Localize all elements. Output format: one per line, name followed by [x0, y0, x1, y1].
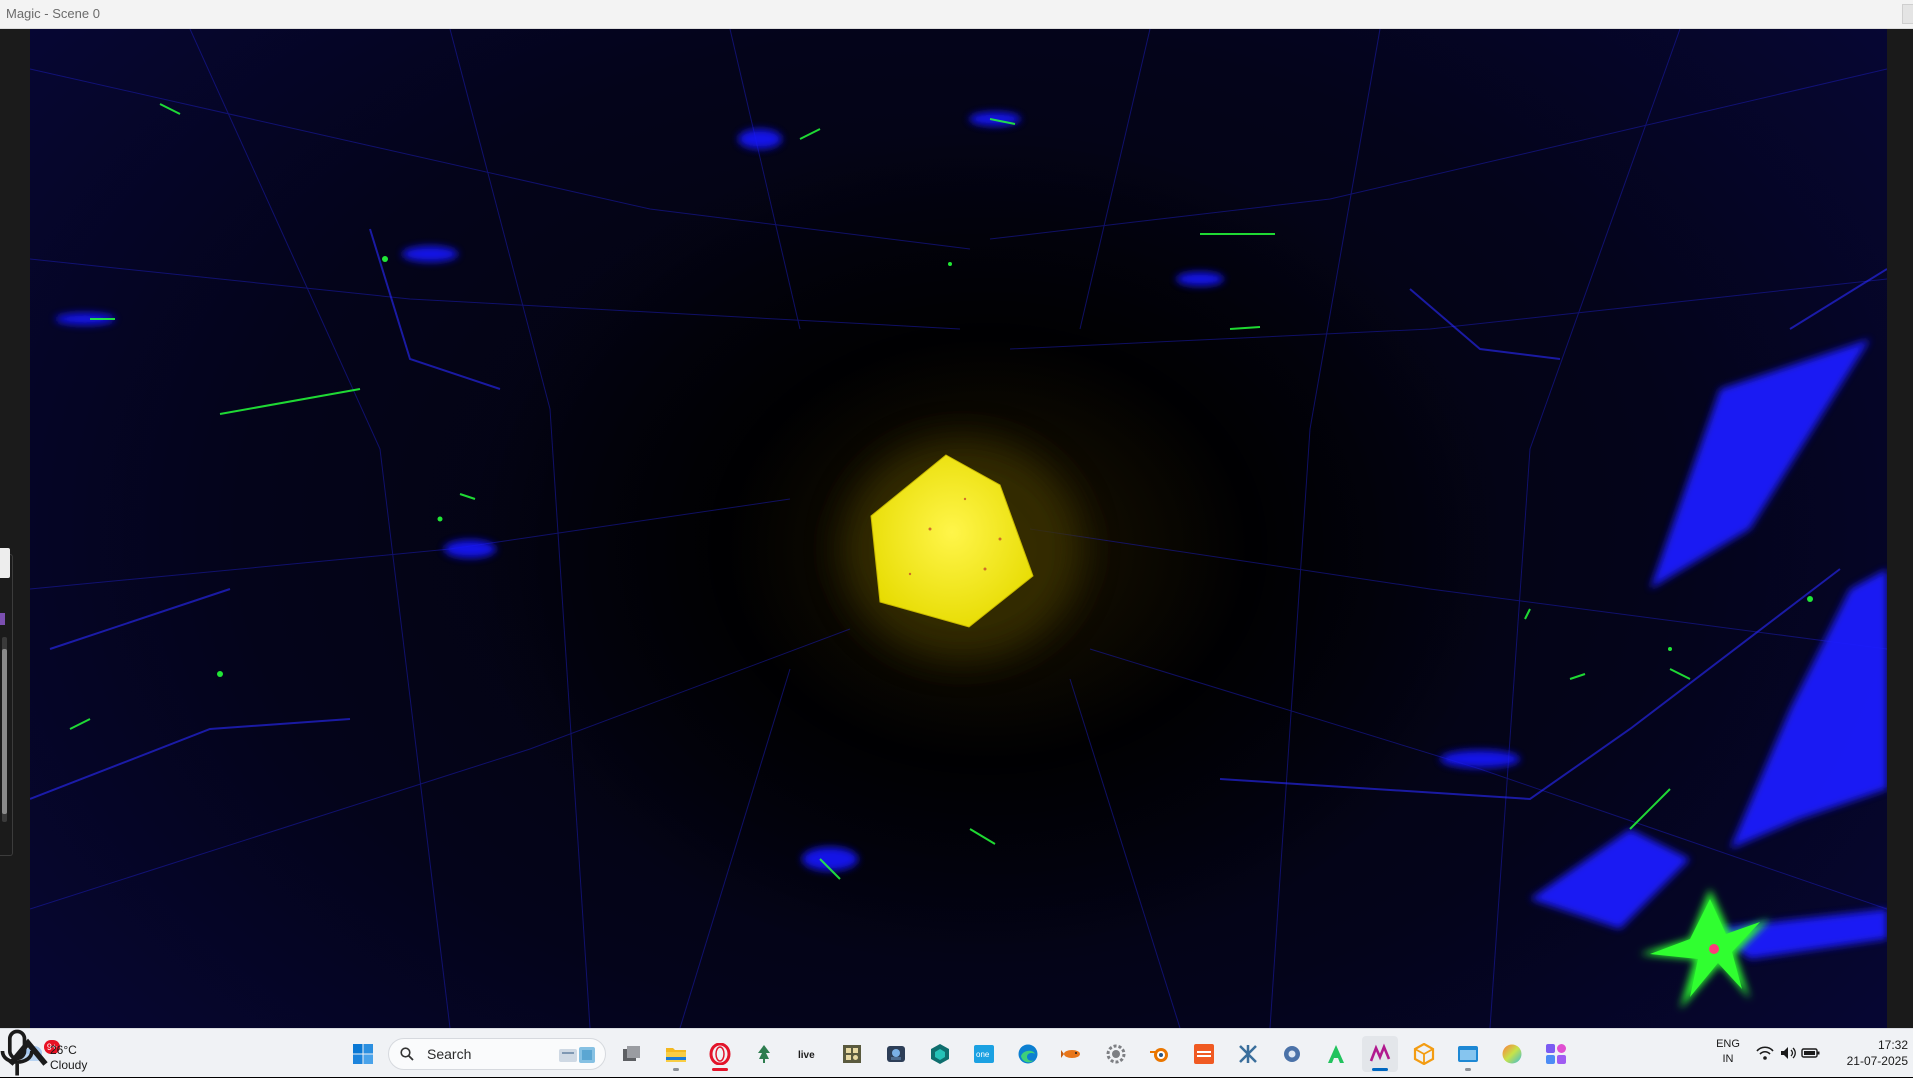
app-blue-label-icon: one	[974, 1045, 994, 1063]
app-settings-button[interactable]	[1274, 1036, 1310, 1072]
opera-browser-icon	[709, 1043, 731, 1065]
language-indicator[interactable]: ENG IN	[1710, 1037, 1746, 1067]
edge-browser-button[interactable]	[1010, 1036, 1046, 1072]
running-indicator	[1465, 1068, 1471, 1071]
wifi-icon	[1756, 1046, 1774, 1060]
system-tray-icons[interactable]	[1756, 1044, 1820, 1062]
volume-icon	[1781, 1047, 1796, 1059]
app-gradient-icon	[1502, 1044, 1522, 1064]
scene-viewport[interactable]	[30, 29, 1887, 1028]
start-icon	[353, 1044, 373, 1064]
app-photo-button[interactable]	[878, 1036, 914, 1072]
app-grid-button[interactable]	[834, 1036, 870, 1072]
blender-button[interactable]	[1142, 1036, 1178, 1072]
magic-app-icon	[1369, 1043, 1391, 1062]
app-x-button[interactable]	[1230, 1036, 1266, 1072]
taskbar: 9+ 26°C Cloudy Search live one ENG IN 17…	[0, 1028, 1913, 1077]
app-x-icon	[1239, 1045, 1257, 1063]
app-hex-button[interactable]	[922, 1036, 958, 1072]
file-explorer-icon	[666, 1048, 686, 1062]
active-indicator	[1372, 1068, 1388, 1071]
app-orange-icon	[1194, 1044, 1214, 1064]
app-grid-icon	[843, 1045, 861, 1063]
clock-time: 17:32	[1877, 1038, 1908, 1052]
app-tree-button[interactable]	[746, 1036, 782, 1072]
magic-app-button[interactable]	[1362, 1036, 1398, 1072]
blender-icon	[1150, 1048, 1168, 1062]
start-button[interactable]	[345, 1036, 381, 1072]
right-gutter	[1887, 29, 1913, 1028]
side-scrollbar-thumb[interactable]	[2, 649, 7, 814]
search-icon	[400, 1047, 414, 1061]
settings-gear-button[interactable]	[1098, 1036, 1134, 1072]
title-bar: Magic - Scene 0	[0, 0, 1913, 29]
clock-date: 21-07-2025	[1846, 1054, 1908, 1068]
edge-browser-icon	[1018, 1044, 1038, 1064]
app-gradient-button[interactable]	[1494, 1036, 1530, 1072]
region-code: IN	[1722, 1053, 1734, 1065]
left-gutter	[0, 29, 30, 1028]
settings-gear-icon	[1106, 1044, 1126, 1064]
svg-text:live: live	[798, 1050, 815, 1061]
live-icon: live	[798, 1050, 815, 1061]
app-window-icon	[1458, 1046, 1478, 1062]
side-panel-marker	[0, 613, 5, 625]
app-fish-button[interactable]	[1054, 1036, 1090, 1072]
language-code: ENG	[1716, 1038, 1740, 1050]
app-orange-button[interactable]	[1186, 1036, 1222, 1072]
app-purple-button[interactable]	[1538, 1036, 1574, 1072]
side-panel-handle[interactable]	[0, 548, 10, 578]
app-purple-icon	[1546, 1044, 1566, 1064]
running-indicator	[673, 1068, 679, 1071]
clock[interactable]: 17:32 21-07-2025	[1830, 1037, 1908, 1069]
battery-icon	[1801, 1048, 1820, 1058]
app-box-icon	[1413, 1043, 1435, 1065]
microphone-icon[interactable]	[0, 1029, 34, 1078]
app-hex-icon	[931, 1044, 949, 1064]
app-blue-label-button[interactable]: one	[966, 1036, 1002, 1072]
opera-browser-button[interactable]	[702, 1036, 738, 1072]
app-window-button[interactable]	[1450, 1036, 1486, 1072]
app-a-icon	[1328, 1045, 1344, 1063]
scene-render	[30, 29, 1887, 1028]
task-view-button[interactable]	[614, 1036, 650, 1072]
app-photo-icon	[887, 1046, 905, 1062]
app-a-button[interactable]	[1318, 1036, 1354, 1072]
app-settings-icon	[1284, 1046, 1300, 1062]
search-highlight-icon	[559, 1047, 595, 1063]
running-indicator	[712, 1068, 728, 1071]
search-placeholder: Search	[427, 1046, 472, 1062]
window-control-button[interactable]	[1902, 4, 1913, 24]
taskbar-search[interactable]: Search	[388, 1038, 606, 1070]
app-tree-icon	[758, 1045, 770, 1063]
app-fish-icon	[1061, 1050, 1080, 1058]
window-title: Magic - Scene 0	[6, 6, 100, 21]
file-explorer-button[interactable]	[658, 1036, 694, 1072]
task-view-icon	[623, 1046, 640, 1061]
svg-text:one: one	[976, 1050, 990, 1059]
app-box-button[interactable]	[1406, 1036, 1442, 1072]
live-app-button[interactable]: live	[790, 1036, 826, 1072]
